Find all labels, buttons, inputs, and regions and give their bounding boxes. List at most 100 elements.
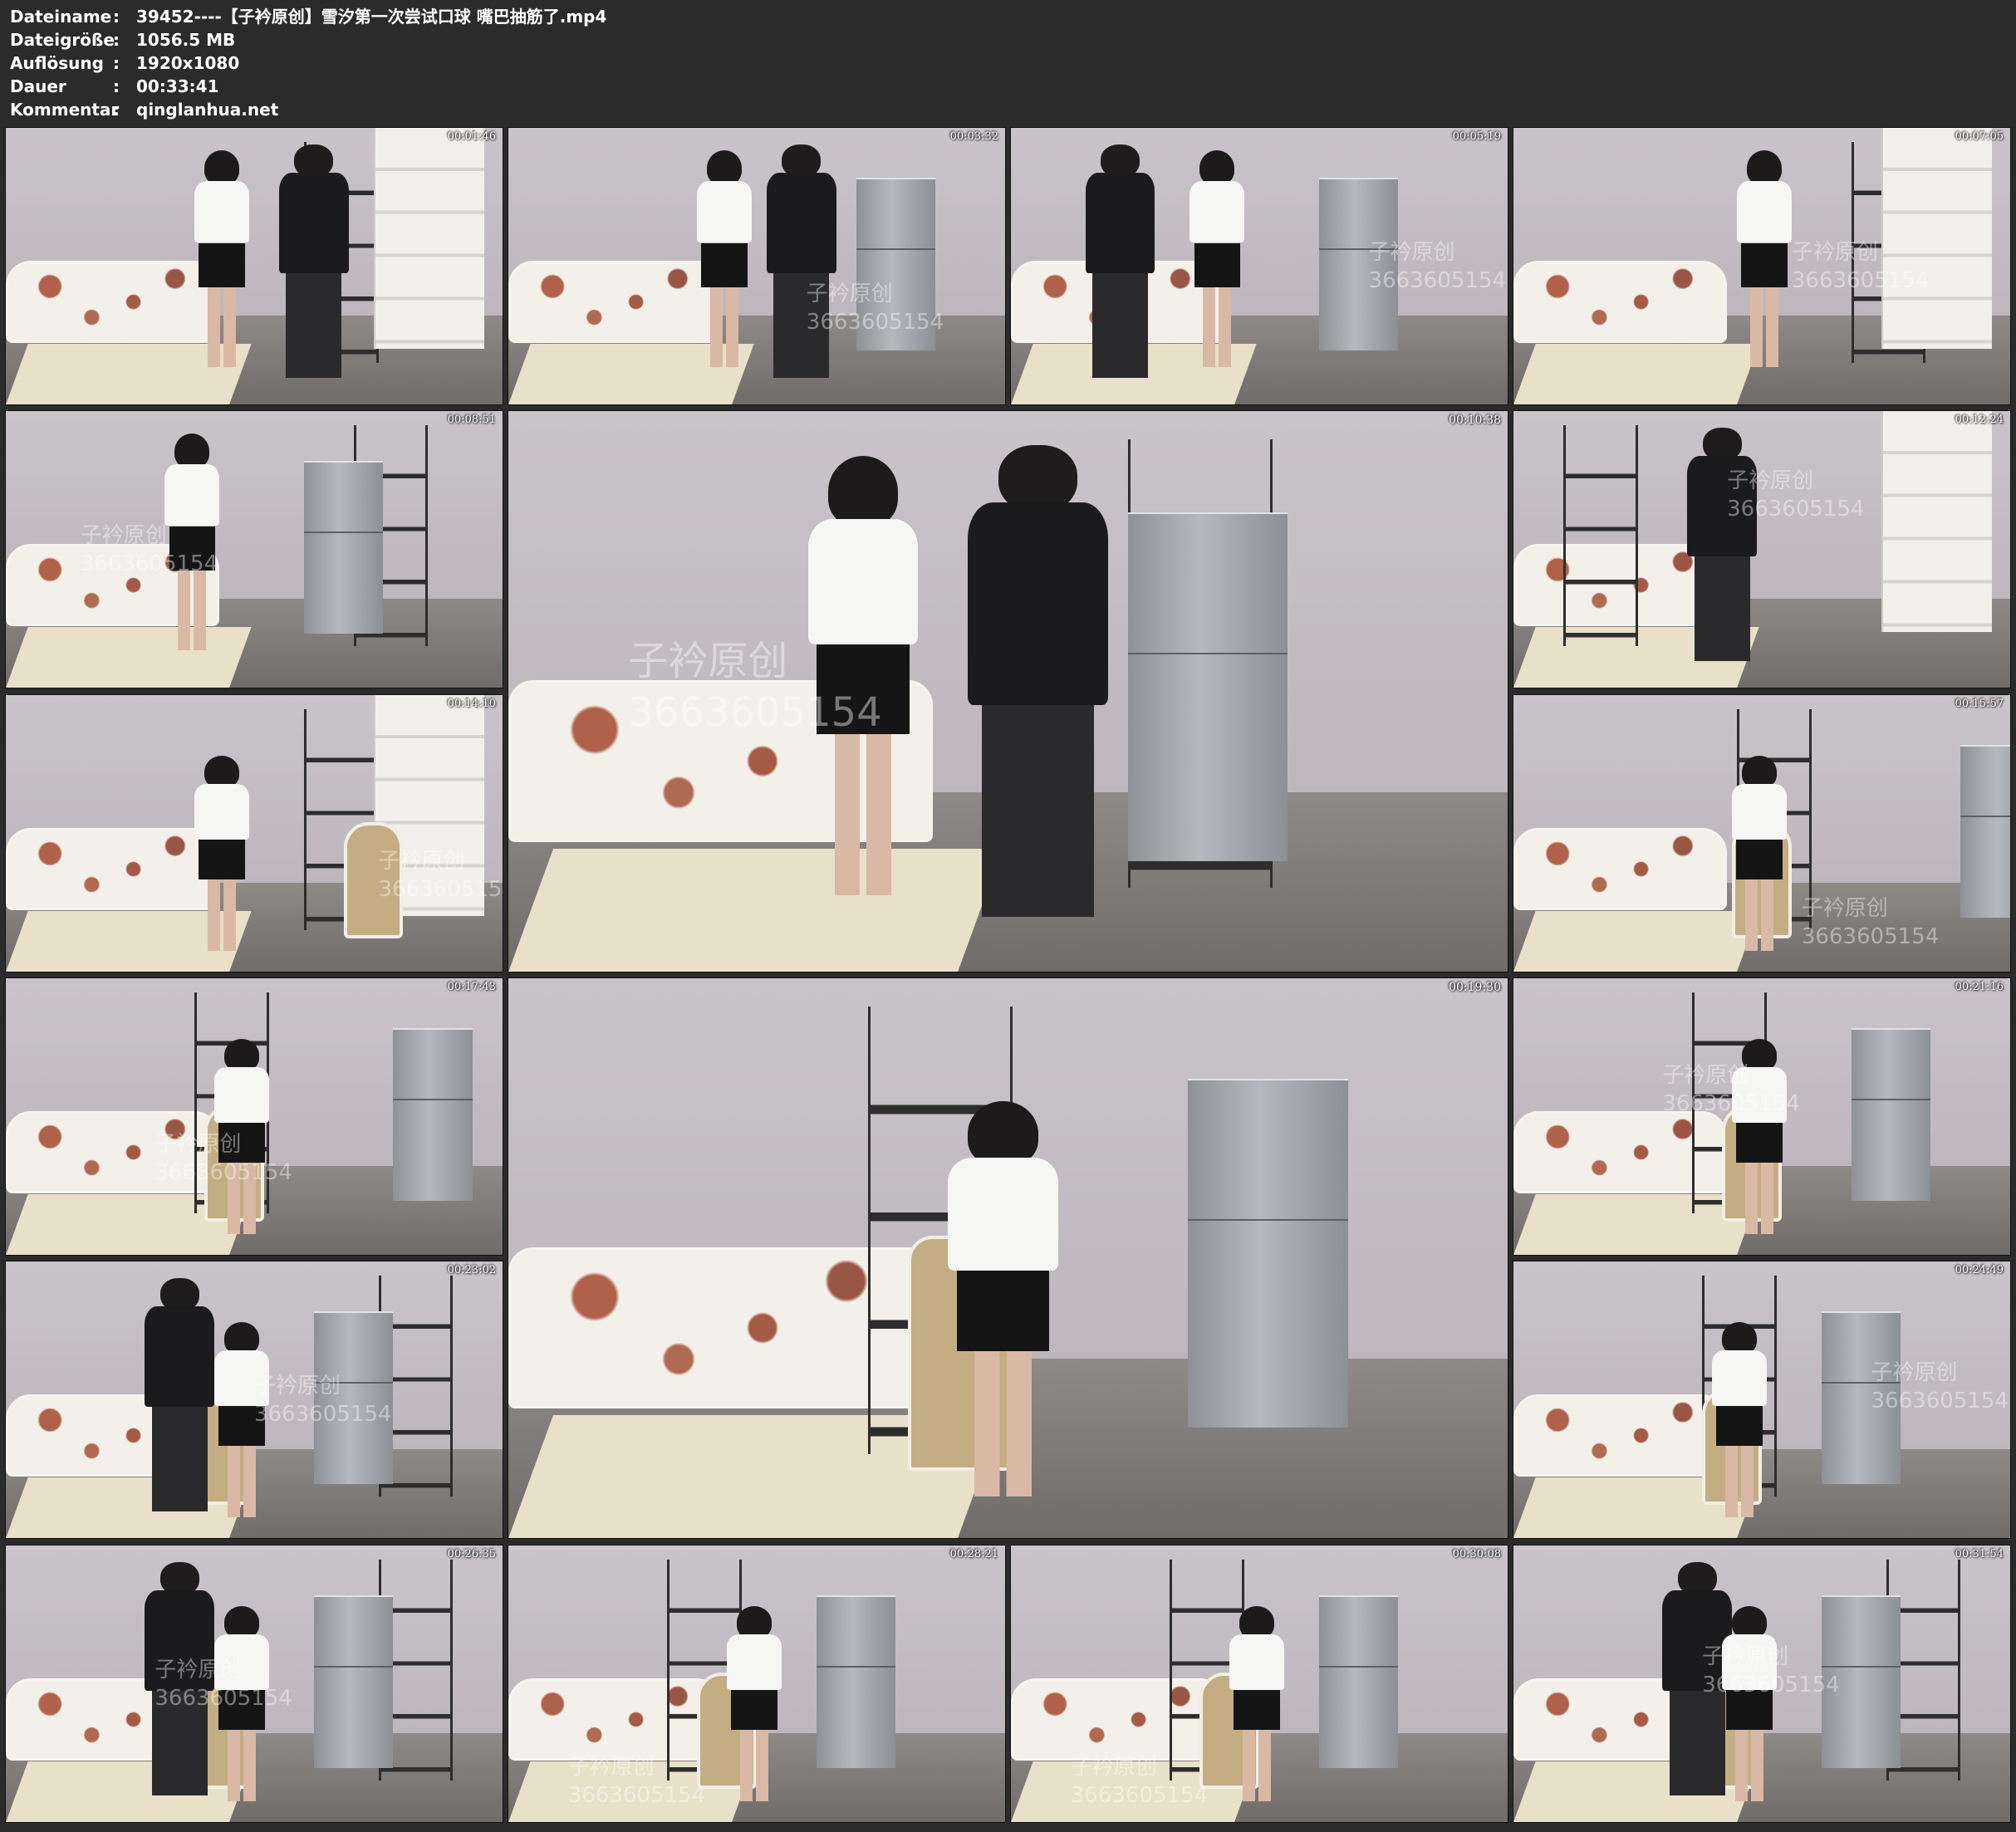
man-legs xyxy=(286,272,342,378)
thumbnail-timestamp: 00:12:24 xyxy=(1955,414,2004,426)
scene-woman xyxy=(697,149,752,371)
person-shirt xyxy=(164,463,220,527)
video-thumbnail[interactable]: 子衿原创 3663605154 00:24:49 xyxy=(1513,1261,2011,1539)
man-body xyxy=(145,1306,215,1407)
info-row-comment: Kommentar : qinglanhua.net xyxy=(10,98,606,121)
video-thumbnail[interactable]: 子衿原创 3663605154 00:05:19 xyxy=(1010,127,1508,405)
video-thumbnail[interactable]: 子衿原创 3663605154 00:21:16 xyxy=(1513,977,2011,1256)
person-shirt xyxy=(1732,783,1787,840)
person-shirt xyxy=(194,180,249,243)
scene-man xyxy=(145,1277,215,1516)
video-thumbnail[interactable]: 子衿原创 3663605154 00:08:51 xyxy=(5,410,503,688)
person-shirt xyxy=(1712,1350,1767,1406)
thumbnail-timestamp: 00:31:54 xyxy=(1955,1548,2004,1560)
person-head xyxy=(204,149,240,186)
person-skirt xyxy=(1736,839,1783,879)
man-legs xyxy=(1092,272,1149,378)
video-thumbnail[interactable]: 子衿原创 3663605154 00:30:08 xyxy=(1010,1545,1508,1823)
watermark-line-2: 3663605154 xyxy=(1801,923,1940,949)
person-head xyxy=(1239,1606,1275,1639)
video-thumbnail[interactable]: 00:01:46 xyxy=(5,127,503,405)
watermark: 子衿原创 3663605154 xyxy=(378,847,503,904)
man-legs xyxy=(1694,556,1750,661)
scene-woman xyxy=(1189,149,1245,371)
info-value-comment: qinglanhua.net xyxy=(136,100,279,120)
video-thumbnail[interactable]: 子衿原创 3663605154 00:17:43 xyxy=(5,977,503,1256)
scene-fridge xyxy=(393,1027,473,1202)
file-info-panel: Dateiname : 39452----【子衿原创】雪汐第一次尝试口球 嘴巴抽… xyxy=(10,5,606,121)
video-thumbnail[interactable]: 子衿原创 3663605154 00:12:24 xyxy=(1513,410,2011,688)
thumbnail-timestamp: 00:15:57 xyxy=(1955,698,2004,710)
person-skirt xyxy=(956,1271,1050,1352)
person-head xyxy=(204,756,240,788)
info-value-filesize: 1056.5 MB xyxy=(136,30,236,50)
person-legs xyxy=(178,570,207,650)
person-skirt xyxy=(731,1689,777,1730)
person-shirt xyxy=(807,518,919,644)
info-key-filename: Dateiname xyxy=(10,7,112,27)
watermark-line-2: 3663605154 xyxy=(1702,1672,1840,1697)
person-skirt xyxy=(1716,1405,1763,1446)
person-head xyxy=(736,1606,773,1639)
watermark-line-1: 子衿原创 xyxy=(155,1658,242,1683)
info-separator: : xyxy=(113,30,120,50)
scene-fridge xyxy=(1851,1027,1931,1202)
thumbnail-timestamp: 00:28:21 xyxy=(949,1548,998,1560)
info-separator: : xyxy=(113,76,120,96)
scene-man xyxy=(1687,427,1758,665)
scene-sofa xyxy=(1513,260,1728,344)
scene-man xyxy=(968,444,1108,928)
watermark: 子衿原创 3663605154 xyxy=(568,1753,705,1810)
person-skirt xyxy=(1234,1689,1280,1730)
person-skirt xyxy=(1194,242,1240,287)
thumbnail-timestamp: 00:01:46 xyxy=(447,130,496,143)
video-thumbnail[interactable]: 子衿原创 3663605154 00:03:32 xyxy=(508,127,1006,405)
watermark-line-2: 3663605154 xyxy=(628,689,882,736)
watermark-line-1: 子衿原创 xyxy=(1702,1643,1789,1669)
video-thumbnail[interactable]: 00:19:30 xyxy=(508,977,1508,1539)
person-head xyxy=(1731,1606,1768,1639)
video-thumbnail[interactable]: 子衿原创 3663605154 00:15:57 xyxy=(1513,694,2011,972)
watermark-line-1: 子衿原创 xyxy=(1801,895,1888,921)
info-value-filename: 39452----【子衿原创】雪汐第一次尝试口球 嘴巴抽筋了.mp4 xyxy=(136,7,607,27)
scene-woman xyxy=(948,1101,1058,1504)
watermark: 子衿原创 3663605154 xyxy=(1662,1061,1799,1118)
watermark-line-1: 子衿原创 xyxy=(254,1374,341,1399)
person-legs xyxy=(834,733,892,896)
person-legs xyxy=(227,1729,257,1802)
video-thumbnail[interactable]: 子衿原创 3663605154 00:10:38 xyxy=(508,410,1508,972)
person-legs xyxy=(1724,1445,1754,1518)
watermark-line-1: 子衿原创 xyxy=(1727,468,1814,493)
scene-fridge xyxy=(313,1594,394,1769)
thumbnail-timestamp: 00:08:51 xyxy=(447,414,496,426)
watermark-line-2: 3663605154 xyxy=(378,877,503,903)
person-legs xyxy=(227,1445,257,1518)
thumbnail-timestamp: 00:26:35 xyxy=(447,1548,496,1560)
man-body xyxy=(968,502,1108,705)
thumbnail-timestamp: 00:10:38 xyxy=(1449,414,1501,427)
scene-sofa xyxy=(1513,827,1728,911)
info-key-comment: Kommentar xyxy=(10,100,120,120)
person-shirt xyxy=(1737,180,1792,243)
scene-sofa xyxy=(6,827,220,911)
person-shirt xyxy=(1229,1634,1284,1690)
info-row-duration: Dauer : 00:33:41 xyxy=(10,75,606,98)
person-skirt xyxy=(1736,1122,1783,1163)
video-thumbnail[interactable]: 子衿原创 3663605154 00:31:54 xyxy=(1513,1545,2011,1823)
video-thumbnail[interactable]: 子衿原创 3663605154 00:07:05 xyxy=(1513,127,2011,405)
video-thumbnail[interactable]: 子衿原创 3663605154 00:28:21 xyxy=(508,1545,1006,1823)
scene-woman xyxy=(1722,1606,1777,1805)
watermark-line-2: 3663605154 xyxy=(567,1782,706,1808)
person-legs xyxy=(974,1351,1032,1496)
video-thumbnail[interactable]: 子衿原创 3663605154 00:23:02 xyxy=(5,1261,503,1539)
scene-rug xyxy=(1513,910,1759,972)
scene-fridge xyxy=(816,1594,896,1769)
info-row-filesize: Dateigröße : 1056.5 MB xyxy=(10,28,606,51)
video-thumbnail[interactable]: 子衿原创 3663605154 00:14:10 xyxy=(5,694,503,972)
watermark: 子衿原创 3663605154 xyxy=(155,1656,292,1712)
watermark-line-1: 子衿原创 xyxy=(1871,1359,1958,1385)
watermark-line-1: 子衿原创 xyxy=(1368,240,1455,266)
watermark-line-2: 3663605154 xyxy=(254,1402,392,1428)
video-thumbnail[interactable]: 子衿原创 3663605154 00:26:35 xyxy=(5,1545,503,1823)
scene-shelf xyxy=(1562,424,1638,647)
